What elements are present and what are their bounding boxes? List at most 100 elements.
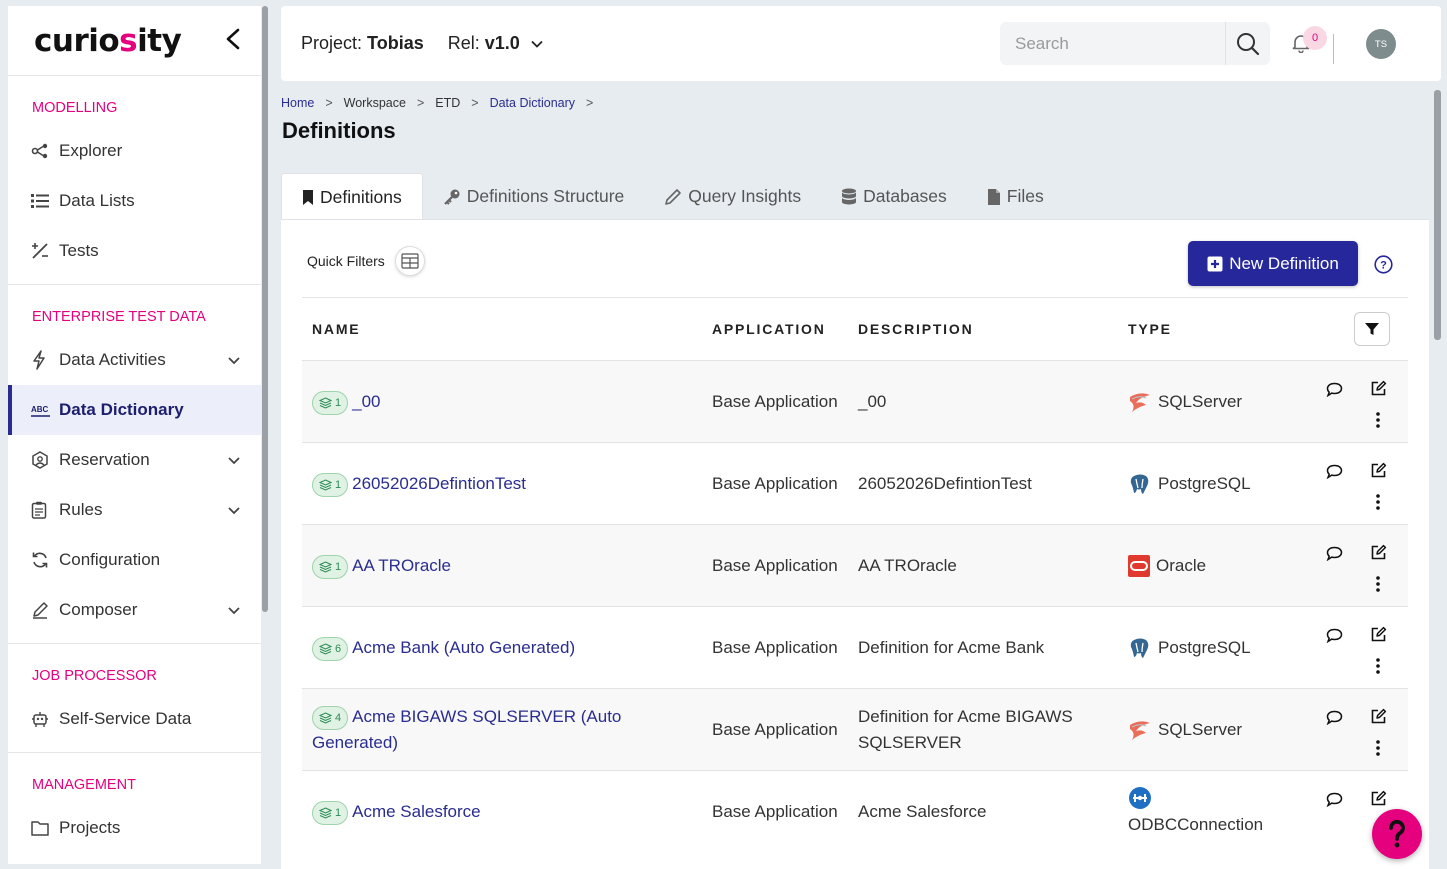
version-badge[interactable]: 1 (312, 800, 349, 825)
more-vertical-icon[interactable] (1368, 574, 1388, 594)
definition-name-link[interactable]: Acme Bank (Auto Generated) (352, 638, 575, 657)
tab-label: Databases (863, 186, 947, 206)
cell-name: 4 Acme BIGAWS SQLSERVER (Auto Generated) (312, 689, 702, 771)
top-bar: Project: Tobias Rel: v1.0 0 TS (281, 6, 1441, 81)
sidebar-item-configuration[interactable]: Configuration (8, 535, 261, 585)
tab-databases[interactable]: Databases (821, 173, 967, 220)
sidebar-item-label: Configuration (59, 550, 161, 569)
search-input[interactable] (1000, 22, 1226, 65)
breadcrumb-home[interactable]: Home (281, 96, 314, 110)
edit-icon[interactable] (1368, 378, 1388, 398)
tab-label: Files (1006, 186, 1044, 206)
table-row[interactable]: 1 AA TROracle Base Application AA TROracle O… (302, 524, 1408, 606)
column-header-name[interactable]: NAME (312, 321, 702, 337)
breadcrumb: Home > Workspace > ETD > Data Dictionary… (281, 96, 604, 110)
table-body: 1 _00 Base Application _00 SQLServer 1 2605202… (302, 360, 1408, 852)
table-row[interactable]: 1 Acme Salesforce Base Application Acme Sal… (302, 770, 1408, 852)
table-header: NAME APPLICATION DESCRIPTION TYPE (302, 297, 1408, 360)
new-definition-button[interactable]: New Definition (1188, 241, 1358, 286)
more-vertical-icon[interactable] (1368, 738, 1388, 758)
sidebar-item-label: Data Dictionary (59, 400, 184, 419)
definition-name-link[interactable]: _00 (352, 392, 380, 411)
section-enterprise-test-data: ENTERPRISE TEST DATA Data Activities ABC… (8, 285, 261, 644)
release-dropdown[interactable]: Rel: v1.0 (448, 33, 544, 54)
column-header-description[interactable]: DESCRIPTION (858, 321, 1108, 337)
breadcrumb-data-dictionary[interactable]: Data Dictionary (490, 96, 575, 110)
comment-icon[interactable] (1324, 625, 1344, 645)
chevron-down-icon[interactable] (227, 503, 241, 517)
sidebar-item-self-service-data[interactable]: Self-Service Data (8, 694, 261, 744)
cell-type: SQLServer (1128, 361, 1308, 443)
section-modelling: MODELLING Explorer Data Lists Tests (8, 76, 261, 285)
version-badge[interactable]: 1 (312, 472, 349, 497)
definition-name-link[interactable]: AA TROracle (352, 556, 451, 575)
comment-icon[interactable] (1324, 461, 1344, 481)
table-row[interactable]: 4 Acme BIGAWS SQLSERVER (Auto Generated) B… (302, 688, 1408, 770)
tab-query-insights[interactable]: Query Insights (644, 173, 821, 220)
definition-name-link[interactable]: 26052026DefintionTest (352, 474, 526, 493)
more-vertical-icon[interactable] (1368, 656, 1388, 676)
table-row[interactable]: 1 _00 Base Application _00 SQLServer (302, 360, 1408, 442)
chevron-down-icon[interactable] (227, 453, 241, 467)
search-icon[interactable] (1226, 22, 1270, 65)
column-header-type[interactable]: TYPE (1128, 321, 1308, 337)
cell-type: Oracle (1128, 525, 1308, 607)
version-badge[interactable]: 4 (312, 705, 349, 730)
robot-icon (31, 710, 59, 728)
comment-icon[interactable] (1324, 543, 1344, 563)
sidebar-item-rules[interactable]: Rules (8, 485, 261, 535)
tab-files[interactable]: Files (967, 173, 1064, 220)
sidebar-item-data-activities[interactable]: Data Activities (8, 335, 261, 385)
sidebar-item-reservation[interactable]: Reservation (8, 435, 261, 485)
comment-icon[interactable] (1324, 789, 1344, 809)
help-icon[interactable]: ? (1374, 255, 1393, 274)
chevron-down-icon[interactable] (227, 603, 241, 617)
filter-icon[interactable] (1354, 312, 1390, 346)
edit-icon[interactable] (1368, 542, 1388, 562)
sidebar-item-tests[interactable]: Tests (8, 226, 261, 276)
version-badge[interactable]: 1 (312, 554, 349, 579)
version-badge[interactable]: 6 (312, 636, 349, 661)
definition-name-link[interactable]: Acme BIGAWS SQLSERVER (Auto Generated) (312, 707, 621, 752)
sidebar-scrollbar[interactable] (262, 6, 268, 612)
project-selector[interactable]: Project: Tobias (301, 33, 424, 54)
more-vertical-icon[interactable] (1368, 492, 1388, 512)
sidebar-item-projects[interactable]: Projects (8, 803, 261, 853)
sidebar-item-explorer[interactable]: Explorer (8, 126, 261, 176)
table-row[interactable]: 6 Acme Bank (Auto Generated) Base Applicat… (302, 606, 1408, 688)
curiosity-assistant-button[interactable] (1372, 809, 1422, 859)
layers-icon (319, 806, 332, 819)
edit-icon[interactable] (1368, 788, 1388, 808)
cell-description: Acme Salesforce (858, 802, 987, 821)
comment-icon[interactable] (1324, 379, 1344, 399)
sidebar-item-composer[interactable]: Composer (8, 585, 261, 635)
version-badge[interactable]: 1 (312, 390, 349, 415)
table-icon[interactable] (394, 246, 425, 276)
collapse-sidebar-icon[interactable] (225, 28, 241, 54)
sidebar-item-data-dictionary[interactable]: ABC Data Dictionary (8, 385, 261, 435)
tab-definitions-structure[interactable]: Definitions Structure (423, 173, 645, 220)
table-row[interactable]: 1 26052026DefintionTest Base Application 26… (302, 442, 1408, 524)
database-icon (841, 188, 857, 206)
edit-icon[interactable] (1368, 624, 1388, 644)
edit-icon[interactable] (1368, 706, 1388, 726)
sidebar-item-label: Reservation (59, 450, 150, 469)
comment-icon[interactable] (1324, 707, 1344, 727)
curiosity-logo[interactable]: curiosity (34, 23, 182, 59)
more-vertical-icon[interactable] (1368, 410, 1388, 430)
bookmark-icon (302, 189, 314, 206)
plus-square-icon (1207, 256, 1223, 271)
chevron-down-icon[interactable] (227, 353, 241, 367)
breadcrumb-workspace: Workspace (343, 96, 406, 110)
sidebar-item-label: Composer (59, 600, 138, 619)
content-scrollbar[interactable] (1434, 90, 1441, 340)
project-name: Tobias (367, 33, 424, 53)
breadcrumb-separator: > (416, 96, 425, 110)
definition-name-link[interactable]: Acme Salesforce (352, 802, 481, 821)
column-header-application[interactable]: APPLICATION (712, 321, 842, 337)
tab-label: Definitions (320, 186, 402, 207)
sidebar-item-data-lists[interactable]: Data Lists (8, 176, 261, 226)
edit-icon[interactable] (1368, 460, 1388, 480)
tab-definitions[interactable]: Definitions (281, 173, 423, 220)
avatar[interactable]: TS (1366, 29, 1396, 59)
